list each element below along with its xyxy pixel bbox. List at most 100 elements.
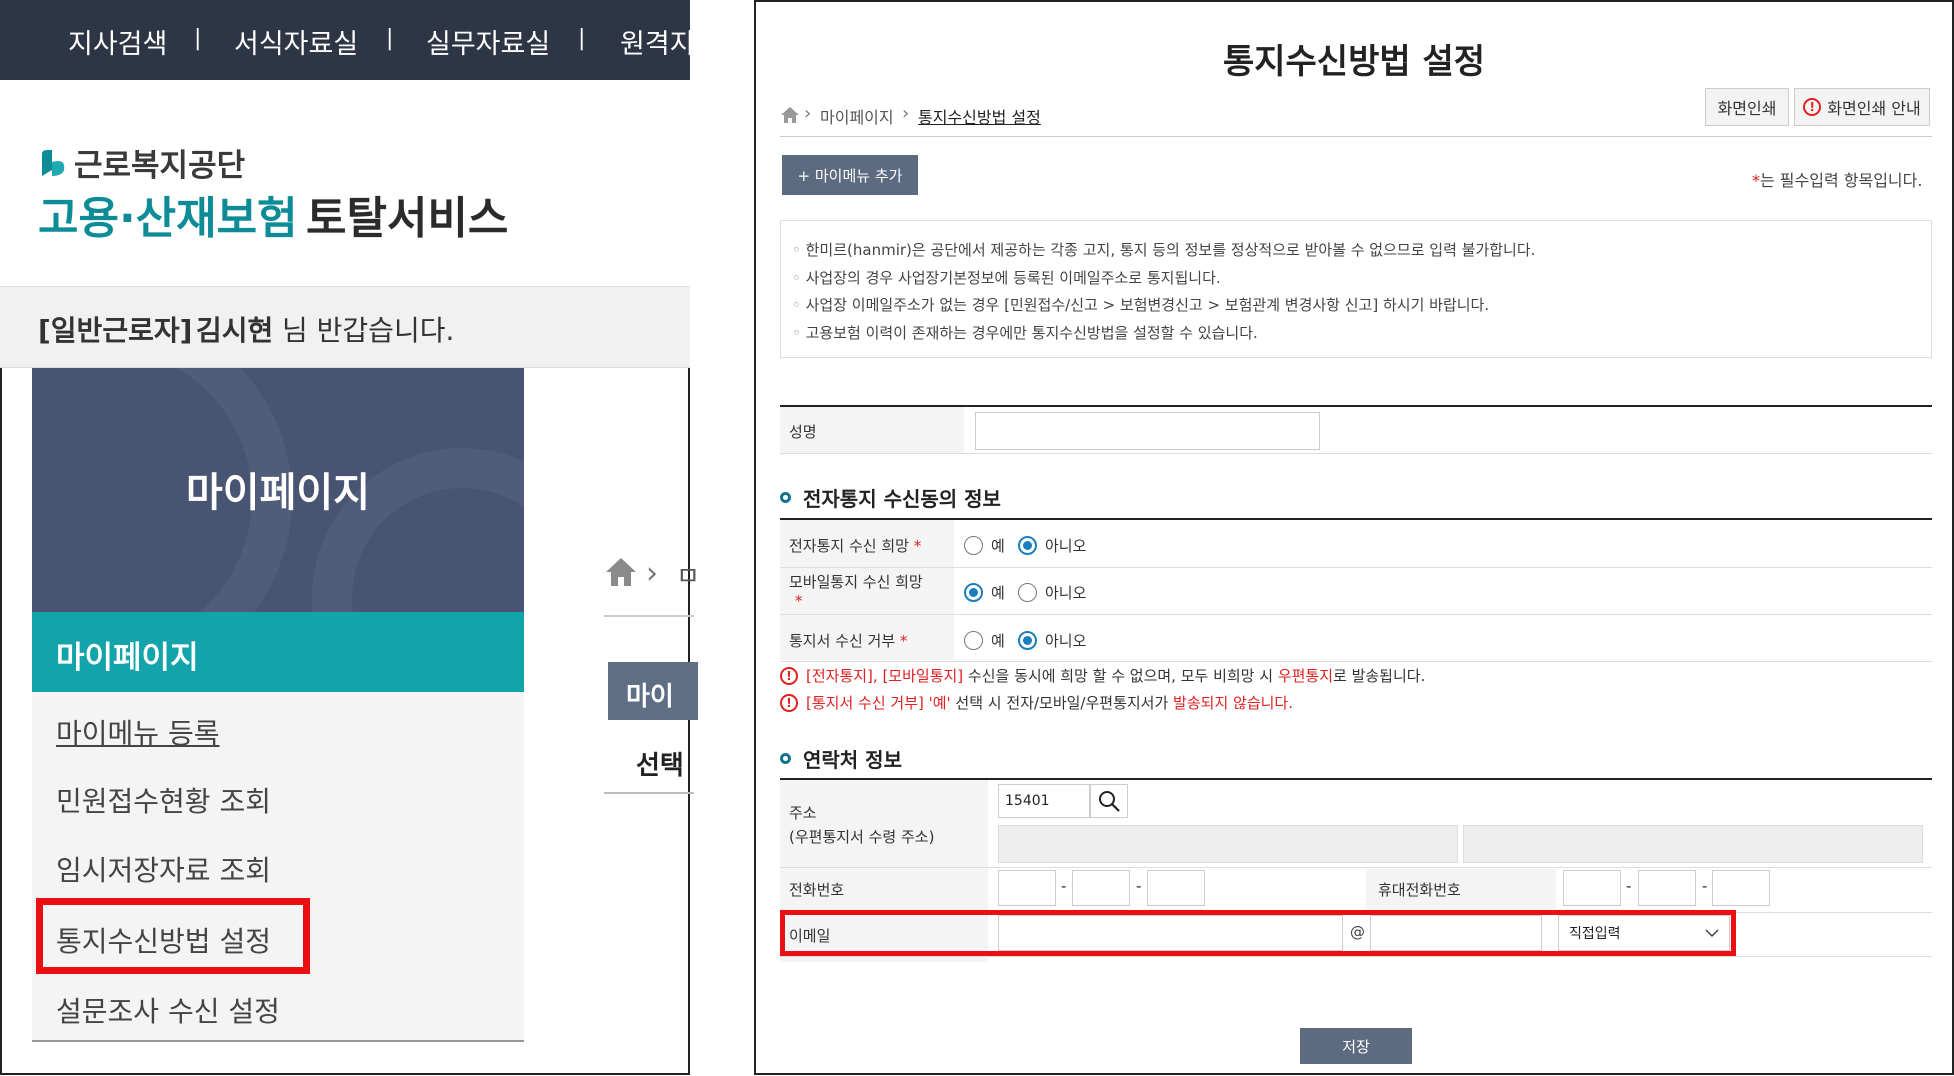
nav-remote[interactable]: 원격지 [620,22,690,61]
warning-line: ! [전자통지], [모바일통지] 수신을 동시에 희망 할 수 없으며, 모두… [780,665,1425,686]
nav-practice-library[interactable]: 실무자료실 [426,22,550,61]
mobile-part2-input[interactable] [1638,870,1696,906]
sidebar-active-label: 마이페이지 [56,640,199,676]
mobile-part1-input[interactable] [1563,870,1621,906]
table-rule [780,956,1932,957]
sidebar-item-complaint-status[interactable]: 민원접수현황 조회 [56,780,271,820]
notice-item: ◦ 사업장 이메일주소가 없는 경우 [민원접수/신고 > 보험변경신고 > 보… [792,296,1490,314]
phone-part1-input[interactable] [998,870,1056,906]
electronic-notice-label: 전자통지 수신 희망 * [789,537,922,555]
print-guide-label: 화면인쇄 안내 [1827,99,1921,118]
divider [780,136,1932,137]
dash: - [1061,877,1067,895]
sidebar-item-mymenu-register[interactable]: 마이메뉴 등록 [56,712,219,752]
sidebar-item-survey-settings[interactable]: 설문조사 수신 설정 [56,990,280,1030]
breadcrumb-fragment: ㅁ [676,562,700,592]
sidebar-highlight-box [36,898,310,974]
divider [604,792,694,794]
address-line2-input[interactable] [1463,825,1923,863]
breadcrumb-current[interactable]: 통지수신방법 설정 [918,104,1041,128]
name-label: 성명 [789,423,817,441]
address-search-button[interactable] [1090,784,1128,818]
mobile-no-radio[interactable] [1018,583,1037,602]
home-icon[interactable] [604,556,638,588]
nav-branch-search[interactable]: 지사검색 [68,22,167,61]
section-title-electronic: 전자통지 수신동의 정보 [780,483,1001,512]
radio-no-label: 아니오 [1045,632,1087,650]
mobile-phone-label: 휴대전화번호 [1378,881,1461,899]
table-rule [780,453,1932,454]
mobile-yes-radio[interactable] [964,583,983,602]
bullet-icon [780,492,791,503]
postal-code-input[interactable]: 15401 [998,784,1090,818]
radio-yes-label: 예 [991,584,1005,602]
mobile-part3-input[interactable] [1712,870,1770,906]
radio-yes-label: 예 [991,537,1005,555]
address-line1-input[interactable] [998,825,1458,863]
add-mymenu-button[interactable]: + 마이메뉴 추가 [782,155,918,195]
required-note: *는 필수입력 항목입니다. [1752,167,1922,191]
phone-part2-input[interactable] [1072,870,1130,906]
radio-no-label: 아니오 [1045,584,1087,602]
dash: - [1626,877,1632,895]
select-fragment-label: 선택 [636,751,684,781]
print-guide-button[interactable]: ! 화면인쇄 안내 [1794,88,1930,126]
service-name: 토탈서비스 [306,193,509,244]
sidebar-hero-title: 마이페이지 [186,470,370,516]
search-icon [1099,791,1120,812]
name-input[interactable] [975,412,1320,450]
save-button[interactable]: 저장 [1300,1028,1412,1064]
alert-icon: ! [780,693,798,712]
required-asterisk: * [795,592,803,610]
dash: - [1136,877,1142,895]
breadcrumb-mypage[interactable]: 마이페이지 [820,104,894,128]
address-label: 주소 [789,804,817,822]
refuse-no-radio[interactable] [1018,631,1037,650]
alert-icon: ! [780,666,798,685]
service-name-highlight: 고용·산재보험 [38,193,298,244]
nav-separator: | [386,26,394,51]
radio-no-label: 아니오 [1045,537,1087,555]
sidebar-item-temp-saved[interactable]: 임시저장자료 조회 [56,849,271,889]
radio-yes-label: 예 [991,632,1005,650]
table-rule [780,867,1932,868]
breadcrumb-chevron-icon: › [902,103,910,124]
required-note-text: 는 필수입력 항목입니다. [1760,171,1923,190]
required-asterisk: * [1752,171,1760,190]
warning-line: ! [통지서 수신 거부] '예' 선택 시 전자/모바일/우편통지서가 발송되… [780,692,1293,713]
address-sublabel: (우편통지서 수령 주소) [789,828,935,846]
print-button-label: 화면인쇄 [1717,99,1777,118]
user-role: [일반근로자] [38,314,193,347]
nav-separator: | [578,26,586,51]
electronic-yes-radio[interactable] [964,536,983,555]
tab-fragment-label: 마이 [626,682,674,712]
phone-label: 전화번호 [789,881,845,899]
alert-icon: ! [1803,98,1822,116]
greeting-text: 님 반갑습니다. [282,314,455,347]
bullet-icon [780,753,791,764]
nav-separator: | [194,26,202,51]
phone-part3-input[interactable] [1147,870,1205,906]
home-icon[interactable] [780,106,800,124]
notice-item: ◦ 고용보험 이력이 존재하는 경우에만 통지수신방법을 설정할 수 있습니다. [792,324,1258,342]
section-title-contact: 연락처 정보 [780,744,902,773]
mobile-notice-label: 모바일통지 수신 희망 [789,573,923,591]
notice-refuse-label: 통지서 수신 거부 * [789,632,908,650]
user-name: 김시현 [196,314,274,347]
email-highlight-box [780,910,1736,956]
page-title: 통지수신방법 설정 [1222,42,1486,82]
notice-item: ◦ 한미르(hanmir)은 공단에서 제공하는 각종 고지, 통지 등의 정보… [792,241,1536,259]
dash: - [1702,877,1708,895]
table-rule [780,661,1932,662]
breadcrumb-chevron-icon: › [804,103,812,124]
table-rule [780,614,1932,615]
divider [604,615,694,617]
nav-forms-library[interactable]: 서식자료실 [234,22,358,61]
electronic-no-radio[interactable] [1018,536,1037,555]
kcomwel-logo-icon [42,150,65,176]
print-button[interactable]: 화면인쇄 [1705,88,1789,126]
notice-item: ◦ 사업장의 경우 사업장기본정보에 등록된 이메일주소로 통지됩니다. [792,269,1221,287]
table-rule [780,567,1932,568]
refuse-yes-radio[interactable] [964,631,983,650]
org-name: 근로복지공단 [74,148,246,184]
